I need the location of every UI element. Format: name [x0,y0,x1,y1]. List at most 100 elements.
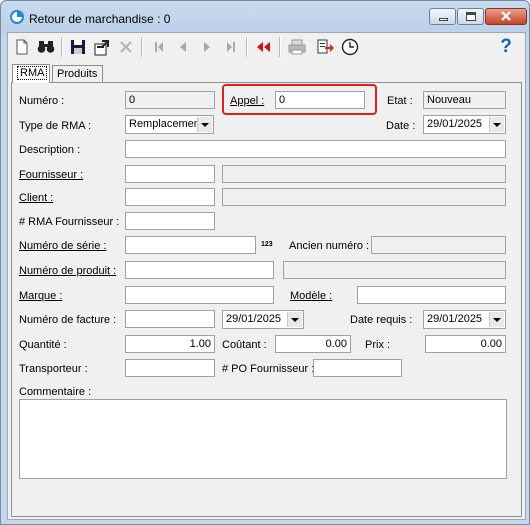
toolbar-separator [141,37,143,57]
client-label[interactable]: Client : [19,192,53,204]
date-requis-label: Date requis : [350,314,413,326]
chevron-down-icon [489,117,504,132]
delete-button[interactable] [115,36,137,58]
numero-facture-field[interactable] [125,310,215,328]
transporteur-label: Transporteur : [19,363,88,375]
modele-label[interactable]: Modèle : [290,290,332,302]
last-record-icon [227,42,235,52]
print-icon [288,39,306,55]
chevron-down-icon [287,312,302,327]
chevron-down-icon [489,312,504,327]
previous-record-button[interactable] [172,36,194,58]
maximize-icon [466,12,476,21]
fournisseur-label[interactable]: Fournisseur : [19,169,83,181]
coutant-label: Coûtant : [222,339,267,351]
marque-label[interactable]: Marque : [19,290,62,302]
transfer-button[interactable] [315,36,337,58]
transporteur-field[interactable] [125,359,215,377]
numero-label: Numéro : [19,95,65,107]
rma-fournisseur-label: # RMA Fournisseur : [19,216,120,228]
save-button[interactable] [67,36,89,58]
produit-description-field [283,261,506,279]
fournisseur-name-field [222,165,506,183]
date-requis-picker[interactable]: 29/01/2025 [423,310,506,329]
tab-produits-label: Produits [57,68,98,80]
ancien-numero-field [371,236,506,254]
print-button[interactable] [286,36,308,58]
title-bar: Retour de marchandise : 0 [1,1,529,33]
etat-label: Etat : [387,95,413,107]
clock-button[interactable] [339,36,361,58]
minimize-button[interactable] [429,8,456,25]
close-icon [501,11,511,21]
toolbar: ? [8,33,525,61]
toolbar-separator [61,37,63,57]
first-record-icon [155,42,163,52]
modele-field[interactable] [357,286,506,304]
po-fournisseur-label: # PO Fournisseur : [222,363,315,375]
commentaire-label: Commentaire : [19,386,92,398]
toolbar-separator [279,37,281,57]
quantite-label: Quantité : [19,339,67,351]
type-rma-label: Type de RMA : [19,120,92,132]
transfer-icon [317,39,334,54]
appel-highlight-box [222,84,377,115]
description-label: Description : [19,144,81,156]
commentaire-textarea[interactable] [19,399,507,479]
delete-icon [120,41,132,53]
help-button[interactable]: ? [495,36,517,58]
help-icon: ? [500,36,512,57]
date-value: 29/01/2025 [427,118,483,130]
etat-field: Nouveau [423,91,506,109]
date-label: Date : [386,120,416,132]
po-fournisseur-field[interactable] [313,359,402,377]
search-button[interactable] [35,36,57,58]
numero-serie-label[interactable]: Numéro de série : [19,240,106,252]
quantite-field[interactable]: 1.00 [125,335,215,353]
fournisseur-code-field[interactable] [125,165,215,183]
type-rma-value: Remplacement [129,118,203,130]
next-record-icon [204,42,210,52]
type-rma-select[interactable]: Remplacement [125,115,214,134]
date-picker[interactable]: 29/01/2025 [423,115,506,134]
tab-produits[interactable]: Produits [52,65,103,82]
rma-window: Retour de marchandise : 0 ? RMA Produits… [0,0,530,525]
client-name-field [222,188,506,206]
clock-icon [341,38,359,56]
binoculars-search-icon [37,41,55,53]
numero-serie-field[interactable] [125,236,256,254]
tab-rma[interactable]: RMA [12,64,50,83]
ancien-numero-label: Ancien numéro : [289,240,370,252]
app-logo-icon [10,10,24,24]
numero-produit-field[interactable] [125,261,274,279]
prix-field[interactable]: 0.00 [425,335,506,353]
prix-label: Prix : [365,339,391,351]
export-icon [94,40,109,56]
numero-produit-label[interactable]: Numéro de produit : [19,265,116,277]
last-record-button[interactable] [220,36,242,58]
description-field[interactable] [125,140,506,158]
export-button[interactable] [91,36,113,58]
next-record-button[interactable] [196,36,218,58]
client-code-field[interactable] [125,188,215,206]
tab-rma-label: RMA [17,66,48,80]
rewind-icon [257,42,270,52]
numero-field: 0 [125,91,215,109]
marque-field[interactable] [125,286,274,304]
window-title: Retour de marchandise : 0 [29,12,171,26]
close-button[interactable] [485,8,527,25]
rewind-button[interactable] [253,36,275,58]
new-document-icon [16,39,28,55]
previous-record-icon [180,42,186,52]
facture-date-value: 29/01/2025 [226,313,282,325]
save-icon [71,40,85,54]
first-record-button[interactable] [148,36,170,58]
coutant-field[interactable]: 0.00 [275,335,351,353]
new-document-button[interactable] [11,36,33,58]
maximize-button[interactable] [457,8,484,25]
numeric-123-icon[interactable]: 123 [261,241,273,248]
toolbar-separator [246,37,248,57]
facture-date-picker[interactable]: 29/01/2025 [222,310,304,329]
chevron-down-icon [197,117,212,132]
rma-fournisseur-field[interactable] [125,212,215,230]
